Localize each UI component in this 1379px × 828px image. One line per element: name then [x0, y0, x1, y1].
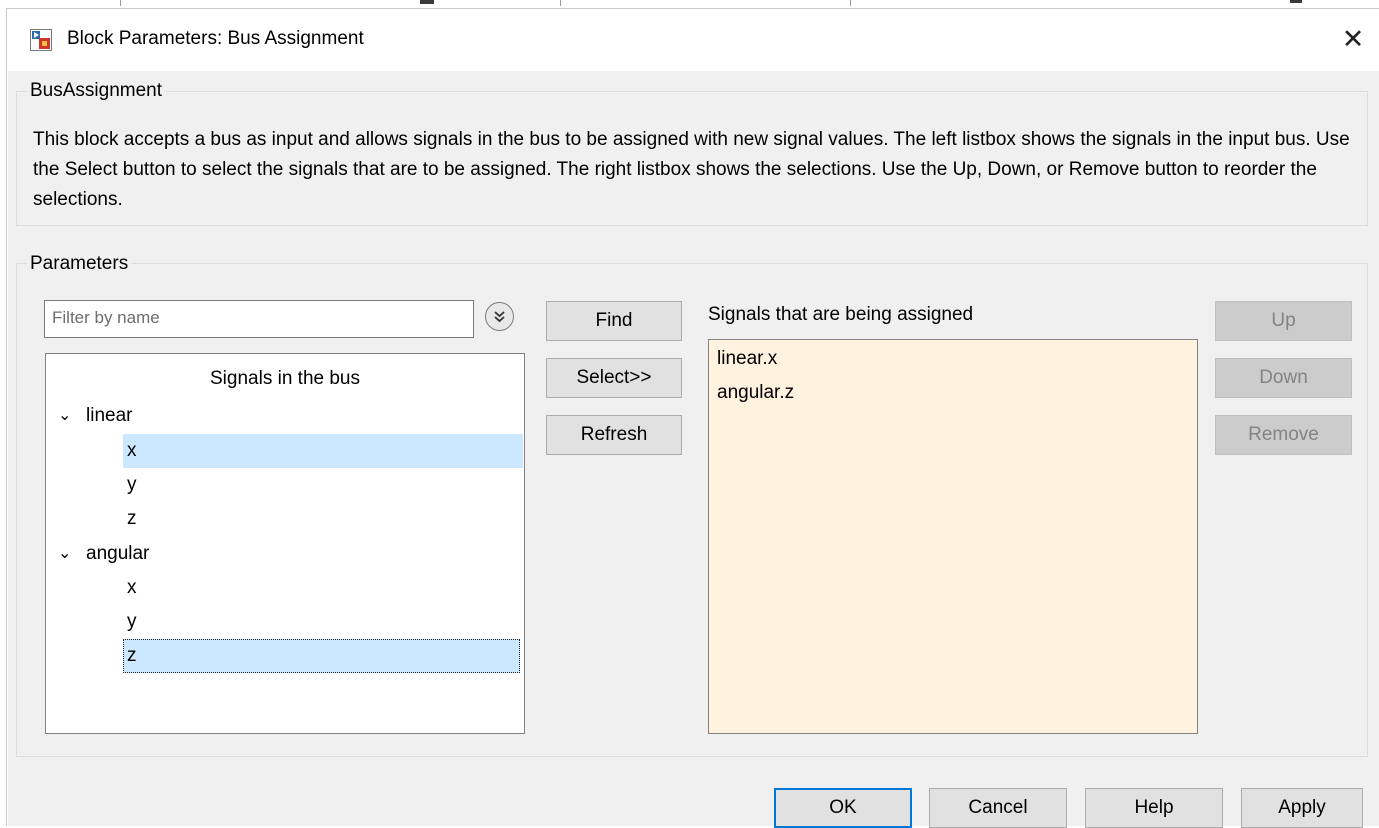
- signals-tree[interactable]: Signals in the bus ⌄ linear x y z ⌄ angu…: [45, 353, 525, 734]
- filter-input[interactable]: [45, 301, 472, 335]
- background-tick: [1290, 0, 1302, 3]
- simulink-block-icon: [30, 29, 52, 51]
- assigned-signals-list[interactable]: linear.x angular.z: [708, 339, 1198, 734]
- ok-button[interactable]: OK: [774, 788, 912, 828]
- tree-item-label: y: [127, 474, 137, 495]
- up-button[interactable]: Up: [1215, 301, 1352, 341]
- tree-group-linear[interactable]: ⌄ linear: [46, 399, 524, 433]
- tree-item-linear-x[interactable]: x: [123, 434, 523, 468]
- close-icon[interactable]: ✕: [1335, 23, 1371, 55]
- chevron-down-icon[interactable]: ⌄: [58, 537, 71, 571]
- assigned-item[interactable]: angular.z: [717, 378, 794, 408]
- tree-item-linear-z[interactable]: z: [123, 502, 523, 536]
- double-chevron-down-icon: [494, 311, 505, 323]
- assigned-list-label: Signals that are being assigned: [708, 304, 974, 325]
- background-tick: [850, 0, 851, 6]
- window-title: Block Parameters: Bus Assignment: [67, 28, 364, 49]
- chevron-down-icon[interactable]: ⌄: [58, 399, 71, 433]
- tree-item-label: z: [127, 508, 137, 529]
- select-button[interactable]: Select>>: [546, 358, 682, 398]
- assigned-item[interactable]: linear.x: [717, 344, 777, 374]
- refresh-button[interactable]: Refresh: [546, 415, 682, 455]
- description-group-label: BusAssignment: [27, 80, 167, 102]
- apply-button[interactable]: Apply: [1241, 788, 1363, 828]
- tree-item-label: x: [127, 577, 137, 598]
- tree-item-angular-x[interactable]: x: [123, 571, 523, 605]
- tree-item-angular-z[interactable]: z: [123, 639, 520, 673]
- help-button[interactable]: Help: [1085, 788, 1223, 828]
- background-tick: [560, 0, 561, 6]
- down-button[interactable]: Down: [1215, 358, 1352, 398]
- dialog-content: BusAssignment This block accepts a bus a…: [8, 71, 1379, 828]
- tree-group-label: linear: [86, 405, 133, 426]
- block-parameters-dialog: Block Parameters: Bus Assignment ✕ BusAs…: [6, 8, 1379, 828]
- tree-item-angular-y[interactable]: y: [123, 605, 523, 639]
- title-bar[interactable]: Block Parameters: Bus Assignment ✕: [7, 9, 1379, 71]
- tree-item-label: z: [127, 645, 137, 666]
- tree-item-linear-y[interactable]: y: [123, 468, 523, 502]
- remove-button[interactable]: Remove: [1215, 415, 1352, 455]
- filter-field[interactable]: [44, 300, 474, 338]
- tree-item-label: y: [127, 611, 137, 632]
- tree-group-angular[interactable]: ⌄ angular: [46, 537, 524, 571]
- filter-options-button[interactable]: [485, 302, 514, 331]
- find-button[interactable]: Find: [546, 301, 682, 341]
- background-tick: [420, 0, 434, 4]
- background-tick: [120, 0, 121, 6]
- block-description: This block accepts a bus as input and al…: [33, 129, 1350, 210]
- tree-group-label: angular: [86, 543, 150, 564]
- tree-header: Signals in the bus: [210, 368, 360, 389]
- parameters-group-label: Parameters: [27, 253, 133, 275]
- cancel-button[interactable]: Cancel: [929, 788, 1067, 828]
- tree-item-label: x: [127, 440, 137, 461]
